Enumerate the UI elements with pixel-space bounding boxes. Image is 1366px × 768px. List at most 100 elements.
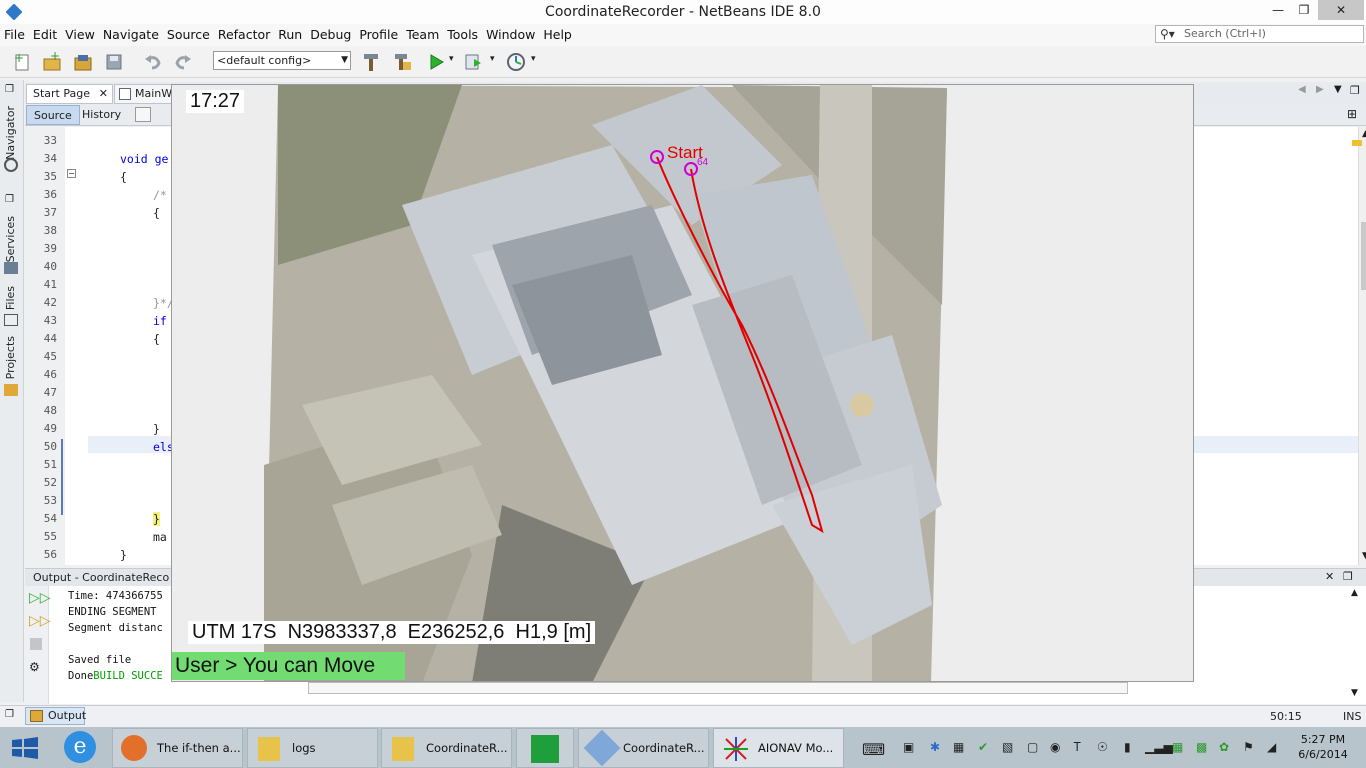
taskbar-store[interactable]: [516, 728, 574, 768]
fold-toggle-icon[interactable]: −: [67, 169, 76, 178]
scroll-down-icon[interactable]: ▼: [1351, 688, 1358, 698]
tray-app-icon[interactable]: ▢: [1027, 740, 1038, 754]
menu-file[interactable]: File: [0, 24, 29, 42]
map-window[interactable]: Start 64 17:27 UTM 17S N3983337,8 E23625…: [171, 84, 1194, 682]
menu-navigate[interactable]: Navigate: [99, 24, 163, 42]
scroll-up-icon[interactable]: ▲: [1351, 588, 1358, 598]
close-icon[interactable]: ✕: [1325, 570, 1334, 583]
new-file-icon[interactable]: +: [11, 51, 33, 73]
run-icon[interactable]: [425, 51, 447, 73]
taskbar-firefox[interactable]: The if-then a...: [112, 728, 243, 768]
bluetooth-icon[interactable]: Ꭲ: [1074, 740, 1081, 755]
config-select[interactable]: <default config> ▼: [213, 51, 351, 70]
tab-list-icon[interactable]: ▼: [1334, 84, 1342, 95]
tab-mainwindow[interactable]: MainWi: [114, 84, 175, 104]
tray-check-icon[interactable]: ✔: [978, 740, 988, 754]
tray-network-app-icon[interactable]: ✱: [930, 740, 940, 754]
scroll-left-icon[interactable]: ◀: [1298, 84, 1306, 95]
menu-source[interactable]: Source: [163, 24, 214, 42]
back-icon[interactable]: [135, 107, 151, 122]
tray-app-icon[interactable]: ▦: [1172, 740, 1183, 754]
close-icon[interactable]: ✕: [99, 87, 108, 100]
new-project-icon[interactable]: +: [41, 51, 63, 73]
tray-app-icon[interactable]: ▩: [1196, 740, 1207, 754]
menu-profile[interactable]: Profile: [355, 24, 402, 42]
editor-scrollbar[interactable]: ▲ ▼: [1358, 127, 1366, 565]
save-all-icon[interactable]: [103, 51, 125, 73]
close-button[interactable]: ✕: [1318, 0, 1364, 20]
scroll-up-icon[interactable]: ▲: [1362, 129, 1366, 139]
scrollbar-thumb[interactable]: [1361, 222, 1366, 290]
line-number: 44: [43, 332, 57, 345]
rerun-options-icon[interactable]: ▷▷: [29, 613, 51, 629]
search-input[interactable]: ⚲▾ Search (Ctrl+I): [1155, 25, 1364, 43]
windows-start-icon[interactable]: [12, 737, 38, 759]
taskbar-coordinate-folder[interactable]: CoordinateR...: [381, 728, 512, 768]
output-toolbar: ▷▷ ▷▷ ⚙: [25, 586, 51, 704]
taskbar-logs-folder[interactable]: logs: [247, 728, 378, 768]
point-label: 64: [697, 157, 709, 168]
horizontal-scrollbar[interactable]: [308, 682, 1128, 694]
internet-explorer-icon[interactable]: e: [64, 731, 96, 763]
tray-app-icon[interactable]: ☉: [1097, 740, 1108, 754]
rerun-icon[interactable]: ▷▷: [29, 590, 51, 606]
volume-icon[interactable]: ◢: [1267, 740, 1276, 754]
restore-window-icon[interactable]: ❐: [5, 84, 14, 95]
redo-icon[interactable]: [172, 51, 194, 73]
debug-icon[interactable]: [462, 51, 484, 73]
system-clock[interactable]: 5:27 PM 6/6/2014: [1293, 732, 1353, 762]
store-icon: [531, 735, 559, 763]
clean-build-icon[interactable]: [391, 51, 413, 73]
profile-icon[interactable]: [505, 51, 527, 73]
tray-app-icon[interactable]: ◉: [1050, 740, 1060, 754]
build-hammer-icon[interactable]: [360, 51, 382, 73]
profile-dropdown-icon[interactable]: ▾: [531, 54, 536, 64]
tray-app-icon[interactable]: ▦: [953, 740, 964, 754]
signal-icon[interactable]: ▁▃▅: [1145, 740, 1173, 754]
scroll-right-icon[interactable]: ▶: [1316, 84, 1324, 95]
scroll-down-icon[interactable]: ▼: [1362, 551, 1366, 561]
restore-window-icon[interactable]: ❐: [5, 194, 14, 205]
run-dropdown-icon[interactable]: ▾: [449, 54, 454, 64]
history-toggle-button[interactable]: History: [75, 105, 128, 125]
restore-window-icon[interactable]: ❐: [1343, 570, 1353, 583]
tab-files[interactable]: Files: [4, 286, 17, 310]
output-minimized-tab[interactable]: Output: [25, 707, 86, 725]
taskbar-aionav[interactable]: AIONAV Mo...: [713, 728, 844, 768]
menu-team[interactable]: Team: [402, 24, 443, 42]
tab-services[interactable]: Services: [4, 216, 17, 262]
tab-projects[interactable]: Projects: [4, 336, 17, 379]
menu-refactor[interactable]: Refactor: [214, 24, 274, 42]
build-status-text: BUILD SUCCE: [93, 670, 163, 682]
split-editor-icon[interactable]: ⊞: [1347, 107, 1357, 121]
tray-app-icon[interactable]: ▣: [903, 740, 914, 754]
battery-icon[interactable]: ▮: [1124, 740, 1131, 754]
firefox-icon: [121, 735, 147, 761]
undo-icon[interactable]: [142, 51, 164, 73]
taskbar-netbeans[interactable]: CoordinateR...: [578, 728, 709, 768]
menu-help[interactable]: Help: [539, 24, 576, 42]
menu-debug[interactable]: Debug: [306, 24, 355, 42]
tab-start-page[interactable]: Start Page ✕: [26, 84, 113, 104]
menu-tools[interactable]: Tools: [443, 24, 482, 42]
keyboard-icon[interactable]: ⌨: [862, 740, 885, 759]
maximize-editor-icon[interactable]: ❐: [1350, 84, 1360, 97]
open-project-icon[interactable]: [72, 51, 94, 73]
minimize-button[interactable]: —: [1264, 0, 1292, 20]
java-file-icon: [119, 88, 131, 100]
source-toggle-button[interactable]: Source: [26, 105, 80, 125]
status-bar: ❐: [0, 705, 1366, 727]
tab-navigator[interactable]: Navigator: [4, 106, 17, 160]
menu-view[interactable]: View: [61, 24, 99, 42]
tray-app-icon[interactable]: ▧: [1002, 740, 1013, 754]
settings-icon[interactable]: ⚙: [29, 660, 40, 674]
tray-app-icon[interactable]: ✿: [1219, 740, 1229, 754]
stop-icon[interactable]: [30, 638, 42, 650]
debug-dropdown-icon[interactable]: ▾: [490, 54, 495, 64]
menu-edit[interactable]: Edit: [29, 24, 61, 42]
flag-icon[interactable]: ⚑: [1243, 740, 1254, 754]
maximize-button[interactable]: ❐: [1290, 0, 1318, 20]
menu-window[interactable]: Window: [482, 24, 539, 42]
restore-window-icon[interactable]: ❐: [5, 709, 14, 720]
menu-run[interactable]: Run: [274, 24, 306, 42]
